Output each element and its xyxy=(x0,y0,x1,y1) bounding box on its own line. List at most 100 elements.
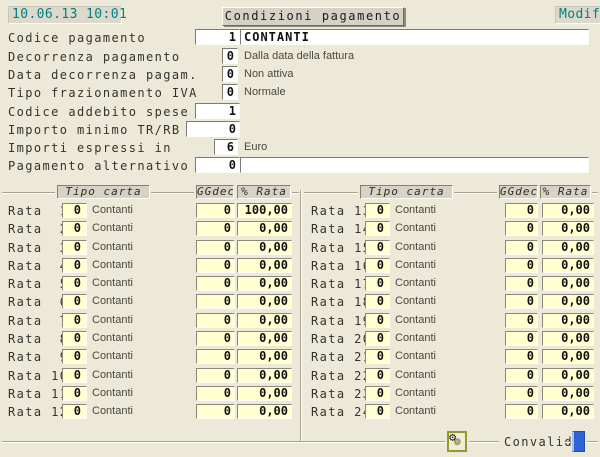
rata-ggdec-input[interactable]: 0 xyxy=(196,203,235,218)
rata-ggdec-input[interactable]: 0 xyxy=(505,331,538,346)
importi-espressi-input[interactable]: 6 xyxy=(214,139,238,155)
codice-addebito-input[interactable]: 1 xyxy=(195,103,240,119)
rata-label: Rata 18 xyxy=(311,295,371,309)
gears-icon[interactable]: ⚙ ⚙ xyxy=(447,431,467,452)
rata-carta-text: Contanti xyxy=(92,369,133,381)
rata-ggdec-input[interactable]: 0 xyxy=(196,294,235,309)
rata-tipo-carta-input[interactable]: 0 xyxy=(365,331,390,346)
data-decorrenza-input[interactable]: 0 xyxy=(222,66,238,82)
rata-row: Rata 6 0 Contanti 0 0,00 xyxy=(8,293,300,311)
rata-tipo-carta-input[interactable]: 0 xyxy=(365,276,390,291)
rata-pct-input[interactable]: 0,00 xyxy=(542,386,594,401)
rata-pct-input[interactable]: 0,00 xyxy=(542,221,594,236)
rata-ggdec-input[interactable]: 0 xyxy=(196,349,235,364)
rata-ggdec-input[interactable]: 0 xyxy=(505,221,538,236)
rata-pct-input[interactable]: 0,00 xyxy=(542,258,594,273)
rata-pct-input[interactable]: 0,00 xyxy=(542,313,594,328)
rata-pct-input[interactable]: 0,00 xyxy=(237,276,292,291)
rata-ggdec-input[interactable]: 0 xyxy=(505,349,538,364)
rata-ggdec-input[interactable]: 0 xyxy=(505,258,538,273)
rata-ggdec-input[interactable]: 0 xyxy=(505,386,538,401)
codice-pagamento-descrizione-input[interactable]: CONTANTI xyxy=(240,29,589,45)
rata-tipo-carta-input[interactable]: 0 xyxy=(62,258,87,273)
rata-tipo-carta-input[interactable]: 0 xyxy=(62,331,87,346)
rata-tipo-carta-input[interactable]: 0 xyxy=(365,368,390,383)
rata-label: Rata 5 xyxy=(8,277,68,291)
rata-tipo-carta-input[interactable]: 0 xyxy=(62,294,87,309)
tipo-frazionamento-desc: Normale xyxy=(244,86,286,98)
rata-label: Rata 22 xyxy=(311,369,371,383)
convalida-button[interactable] xyxy=(572,431,585,452)
rata-ggdec-input[interactable]: 0 xyxy=(505,276,538,291)
header-rule xyxy=(454,192,497,194)
rata-ggdec-input[interactable]: 0 xyxy=(505,240,538,255)
pagamento-alternativo-descrizione-input[interactable] xyxy=(240,157,589,173)
rata-pct-input[interactable]: 0,00 xyxy=(542,349,594,364)
rata-tipo-carta-input[interactable]: 0 xyxy=(62,313,87,328)
rata-tipo-carta-input[interactable]: 0 xyxy=(62,404,87,419)
rata-row: Rata 12 0 Contanti 0 0,00 xyxy=(8,403,300,421)
rata-tipo-carta-input[interactable]: 0 xyxy=(365,349,390,364)
rata-ggdec-input[interactable]: 0 xyxy=(505,313,538,328)
rata-tipo-carta-input[interactable]: 0 xyxy=(365,313,390,328)
rata-pct-input[interactable]: 0,00 xyxy=(237,240,292,255)
rata-pct-input[interactable]: 0,00 xyxy=(542,240,594,255)
rata-pct-input[interactable]: 0,00 xyxy=(542,203,594,218)
rata-tipo-carta-input[interactable]: 0 xyxy=(62,240,87,255)
rata-tipo-carta-input[interactable]: 0 xyxy=(365,294,390,309)
rata-ggdec-input[interactable]: 0 xyxy=(196,313,235,328)
rata-tipo-carta-input[interactable]: 0 xyxy=(62,276,87,291)
rata-ggdec-input[interactable]: 0 xyxy=(196,404,235,419)
rata-ggdec-input[interactable]: 0 xyxy=(196,368,235,383)
rata-tipo-carta-input[interactable]: 0 xyxy=(365,386,390,401)
mode-indicator: Modif xyxy=(555,6,600,24)
rata-tipo-carta-input[interactable]: 0 xyxy=(365,203,390,218)
rata-pct-input[interactable]: 0,00 xyxy=(542,368,594,383)
rata-ggdec-input[interactable]: 0 xyxy=(505,404,538,419)
tipo-frazionamento-input[interactable]: 0 xyxy=(222,84,238,100)
rata-ggdec-input[interactable]: 0 xyxy=(196,258,235,273)
rata-ggdec-input[interactable]: 0 xyxy=(505,294,538,309)
rata-pct-input[interactable]: 0,00 xyxy=(542,404,594,419)
rata-pct-input[interactable]: 0,00 xyxy=(542,294,594,309)
decorrenza-pagamento-input[interactable]: 0 xyxy=(222,48,238,64)
rata-pct-input[interactable]: 0,00 xyxy=(237,221,292,236)
ggdec-header-right: GGdec xyxy=(499,185,538,199)
gear-yellow-glyph: ⚙ xyxy=(454,435,461,448)
rata-pct-input[interactable]: 0,00 xyxy=(237,404,292,419)
rata-ggdec-input[interactable]: 0 xyxy=(196,331,235,346)
rata-ggdec-input[interactable]: 0 xyxy=(196,240,235,255)
rata-tipo-carta-input[interactable]: 0 xyxy=(62,203,87,218)
rata-ggdec-input[interactable]: 0 xyxy=(505,203,538,218)
codice-pagamento-input[interactable]: 1 xyxy=(195,29,240,45)
importo-minimo-input[interactable]: 0 xyxy=(186,121,240,137)
rata-tipo-carta-input[interactable]: 0 xyxy=(62,221,87,236)
rata-ggdec-input[interactable]: 0 xyxy=(505,368,538,383)
rata-pct-input[interactable]: 0,00 xyxy=(237,294,292,309)
rata-pct-input[interactable]: 0,00 xyxy=(237,258,292,273)
rata-pct-input[interactable]: 0,00 xyxy=(237,313,292,328)
rata-ggdec-input[interactable]: 0 xyxy=(196,386,235,401)
rata-ggdec-input[interactable]: 0 xyxy=(196,276,235,291)
rata-pct-input[interactable]: 0,00 xyxy=(237,386,292,401)
title-button[interactable]: Condizioni pagamento xyxy=(222,7,404,26)
rata-row: Rata 18 0 Contanti 0 0,00 xyxy=(311,293,600,311)
rata-ggdec-input[interactable]: 0 xyxy=(196,221,235,236)
pagamento-alternativo-input[interactable]: 0 xyxy=(195,157,240,173)
rata-tipo-carta-input[interactable]: 0 xyxy=(365,258,390,273)
rata-row: Rata 8 0 Contanti 0 0,00 xyxy=(8,330,300,348)
rata-tipo-carta-input[interactable]: 0 xyxy=(62,368,87,383)
rata-tipo-carta-input[interactable]: 0 xyxy=(62,349,87,364)
rata-pct-input[interactable]: 0,00 xyxy=(237,349,292,364)
rata-tipo-carta-input[interactable]: 0 xyxy=(365,221,390,236)
rata-pct-input[interactable]: 0,00 xyxy=(542,331,594,346)
rata-tipo-carta-input[interactable]: 0 xyxy=(365,240,390,255)
rata-pct-input[interactable]: 100,00 xyxy=(237,203,292,218)
importi-espressi-desc: Euro xyxy=(244,141,267,153)
rata-tipo-carta-input[interactable]: 0 xyxy=(62,386,87,401)
rata-pct-input[interactable]: 0,00 xyxy=(542,276,594,291)
rata-pct-input[interactable]: 0,00 xyxy=(237,331,292,346)
rata-carta-text: Contanti xyxy=(395,241,436,253)
rata-tipo-carta-input[interactable]: 0 xyxy=(365,404,390,419)
rata-pct-input[interactable]: 0,00 xyxy=(237,368,292,383)
